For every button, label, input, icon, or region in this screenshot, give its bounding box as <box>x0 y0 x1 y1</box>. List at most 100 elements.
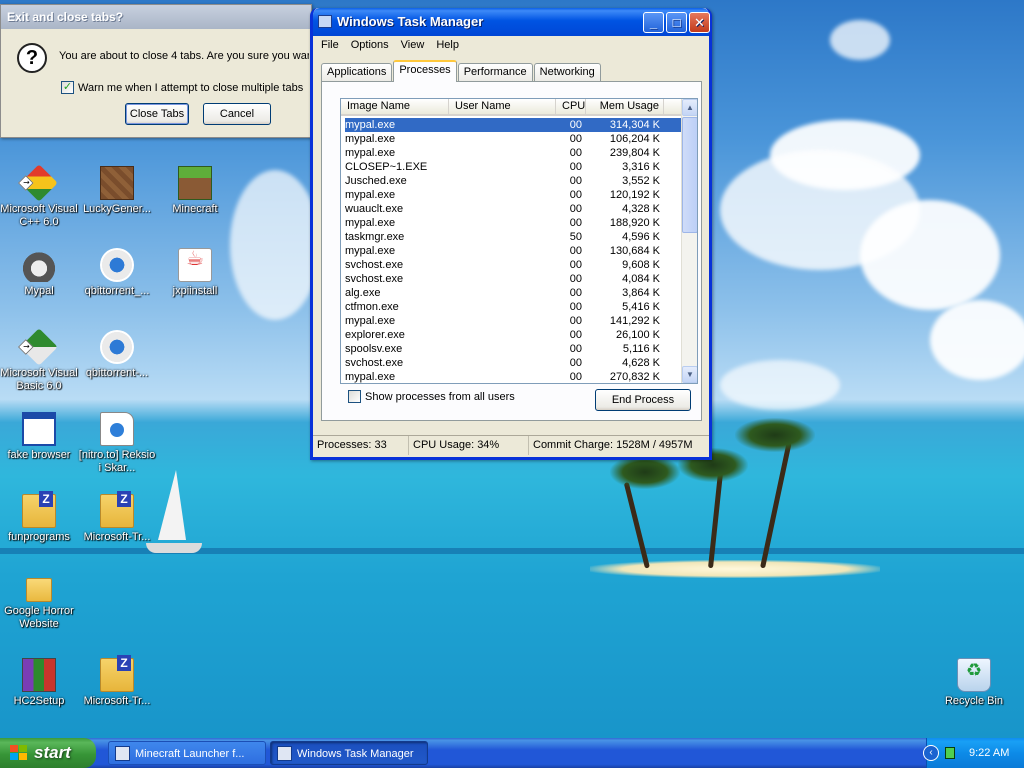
warn-multiple-tabs-checkbox[interactable]: ✓ Warn me when I attempt to close multip… <box>61 81 303 94</box>
process-list[interactable]: Image Name User Name CPU Mem Usage mypal… <box>340 98 698 384</box>
table-row[interactable]: CLOSEP~1.EXE 00 3,316 K <box>345 160 681 174</box>
desktop-icon-label: Microsoft-Tr... <box>83 531 151 543</box>
column-cpu[interactable]: CPU <box>556 99 586 114</box>
process-mem-usage: 5,416 K <box>622 301 660 313</box>
menu-help[interactable]: Help <box>430 36 465 54</box>
process-image-name: alg.exe <box>345 287 381 299</box>
column-mem-usage[interactable]: Mem Usage <box>586 99 664 114</box>
taskbar-button-minecraft-launcher[interactable]: Minecraft Launcher f... <box>108 741 266 765</box>
show-all-users-checkbox[interactable]: Show processes from all users <box>348 390 515 403</box>
process-mem-usage: 106,204 K <box>609 133 660 145</box>
taskbar-button-label: Minecraft Launcher f... <box>135 748 245 760</box>
desktop-icon-microsoft-tr-2[interactable]: Microsoft-Tr... <box>78 655 156 708</box>
desktop-icon-microsoft-tr-1[interactable]: Microsoft-Tr... <box>78 491 156 544</box>
end-process-button[interactable]: End Process <box>595 389 691 411</box>
menu-view[interactable]: View <box>395 36 431 54</box>
scroll-down-icon[interactable]: ▼ <box>682 366 697 383</box>
table-row[interactable]: svchost.exe 00 4,084 K <box>345 272 681 286</box>
desktop-icon-visual-cpp[interactable]: Microsoft Visual C++ 6.0 <box>0 164 78 229</box>
zip-folder-icon <box>100 491 134 528</box>
winrar-icon <box>22 658 56 692</box>
process-cpu: 00 <box>569 217 582 229</box>
process-rows: mypal.exe 00 314,304 K mypal.exe 00 106,204 K… <box>341 118 681 383</box>
tab-networking[interactable]: Networking <box>533 63 601 81</box>
tab-applications[interactable]: Applications <box>321 63 393 81</box>
maximize-button[interactable]: □ <box>666 12 687 33</box>
windows-flag-icon <box>10 745 28 761</box>
table-row[interactable]: mypal.exe 00 120,192 K <box>345 188 681 202</box>
document-icon <box>100 412 134 446</box>
table-row[interactable]: mypal.exe 00 314,304 K <box>345 118 681 132</box>
desktop-icon-hc2setup[interactable]: HC2Setup <box>0 658 78 708</box>
table-row[interactable]: ctfmon.exe 00 5,416 K <box>345 300 681 314</box>
table-row[interactable]: spoolsv.exe 00 5,116 K <box>345 342 681 356</box>
process-image-name: mypal.exe <box>345 119 396 131</box>
process-image-name: CLOSEP~1.EXE <box>345 161 428 173</box>
network-status-icon[interactable] <box>945 747 955 759</box>
process-mem-usage: 3,316 K <box>622 161 660 173</box>
desktop-icon-visual-basic[interactable]: Microsoft Visual Basic 6.0 <box>0 328 78 393</box>
table-row[interactable]: explorer.exe 00 26,100 K <box>345 328 681 342</box>
table-row[interactable]: mypal.exe 00 141,292 K <box>345 314 681 328</box>
desktop-icon-nitro-reksio[interactable]: [nitro.to] Reksio i Skar... <box>78 412 156 475</box>
desktop-icon-mypal[interactable]: Mypal <box>0 248 78 298</box>
table-row[interactable]: alg.exe 00 3,864 K <box>345 286 681 300</box>
process-image-name: wuauclt.exe <box>345 203 404 215</box>
close-button[interactable]: ✕ <box>689 12 710 33</box>
process-user-name <box>449 328 556 342</box>
taskbar-button-task-manager[interactable]: Windows Task Manager <box>270 741 428 765</box>
title-bar[interactable]: Windows Task Manager _ □ ✕ <box>313 8 710 36</box>
table-row[interactable]: svchost.exe 00 4,628 K <box>345 356 681 370</box>
table-row[interactable]: mypal.exe 00 106,204 K <box>345 132 681 146</box>
process-cpu: 00 <box>569 315 582 327</box>
menu-file[interactable]: File <box>315 36 345 54</box>
status-commit-charge: Commit Charge: 1528M / 4957M <box>533 439 693 451</box>
menu-options[interactable]: Options <box>345 36 395 54</box>
vertical-scrollbar[interactable]: ▲ ▼ <box>681 99 697 383</box>
desktop-icon-fake-browser[interactable]: fake browser <box>0 412 78 462</box>
scroll-thumb[interactable] <box>682 117 697 233</box>
desktop-icon-label: LuckyGener... <box>83 203 151 215</box>
checkbox-box[interactable] <box>348 390 361 403</box>
tab-processes[interactable]: Processes <box>393 60 457 82</box>
table-row[interactable]: taskmgr.exe 50 4,596 K <box>345 230 681 244</box>
clock[interactable]: 9:22 AM <box>969 738 1009 768</box>
desktop-icon-minecraft[interactable]: Minecraft <box>156 166 234 216</box>
desktop-icon-google-horror[interactable]: Google Horror Website <box>0 578 78 631</box>
process-mem-usage: 26,100 K <box>615 329 660 341</box>
table-row[interactable]: mypal.exe 00 270,832 K <box>345 370 681 383</box>
taskbar: start Minecraft Launcher f... Windows Ta… <box>0 738 1024 768</box>
column-user-name[interactable]: User Name <box>449 99 556 114</box>
process-mem-usage: 5,116 K <box>622 343 660 355</box>
checkmark-icon[interactable]: ✓ <box>61 81 74 94</box>
cancel-button[interactable]: Cancel <box>203 103 271 125</box>
start-button[interactable]: start <box>0 738 96 768</box>
table-row[interactable]: mypal.exe 00 188,920 K <box>345 216 681 230</box>
recycle-bin-icon <box>957 658 991 692</box>
process-image-name: mypal.exe <box>345 189 396 201</box>
scroll-up-icon[interactable]: ▲ <box>682 99 697 116</box>
column-image-name[interactable]: Image Name <box>341 99 449 114</box>
desktop-icon-luckygenerator[interactable]: LuckyGener... <box>78 166 156 216</box>
folder-icon <box>26 578 52 602</box>
close-tabs-button[interactable]: Close Tabs <box>125 103 189 125</box>
desktop-icon-funprograms[interactable]: funprograms <box>0 491 78 544</box>
maximize-icon: □ <box>672 15 681 30</box>
process-cpu: 00 <box>569 245 582 257</box>
process-image-name: mypal.exe <box>345 147 396 159</box>
desktop-icon-qbittorrent-1[interactable]: qbittorrent_... <box>78 248 156 298</box>
table-row[interactable]: mypal.exe 00 130,684 K <box>345 244 681 258</box>
minimize-button[interactable]: _ <box>643 12 664 33</box>
desktop-icon-label: fake browser <box>7 449 71 461</box>
table-row[interactable]: wuauclt.exe 00 4,328 K <box>345 202 681 216</box>
table-row[interactable]: svchost.exe 00 9,608 K <box>345 258 681 272</box>
desktop-icon-qbittorrent-2[interactable]: qbittorrent-... <box>78 330 156 380</box>
process-cpu: 00 <box>569 133 582 145</box>
table-row[interactable]: mypal.exe 00 239,804 K <box>345 146 681 160</box>
desktop-icon-recycle-bin[interactable]: Recycle Bin <box>935 658 1013 708</box>
desktop-icon-label: funprograms <box>8 531 70 543</box>
desktop-icon-jxpiinstall[interactable]: jxpiinstall <box>156 248 234 298</box>
table-row[interactable]: Jusched.exe 00 3,552 K <box>345 174 681 188</box>
tab-performance[interactable]: Performance <box>457 63 533 81</box>
show-hidden-icons-chevron-icon[interactable]: ‹ <box>923 745 939 761</box>
